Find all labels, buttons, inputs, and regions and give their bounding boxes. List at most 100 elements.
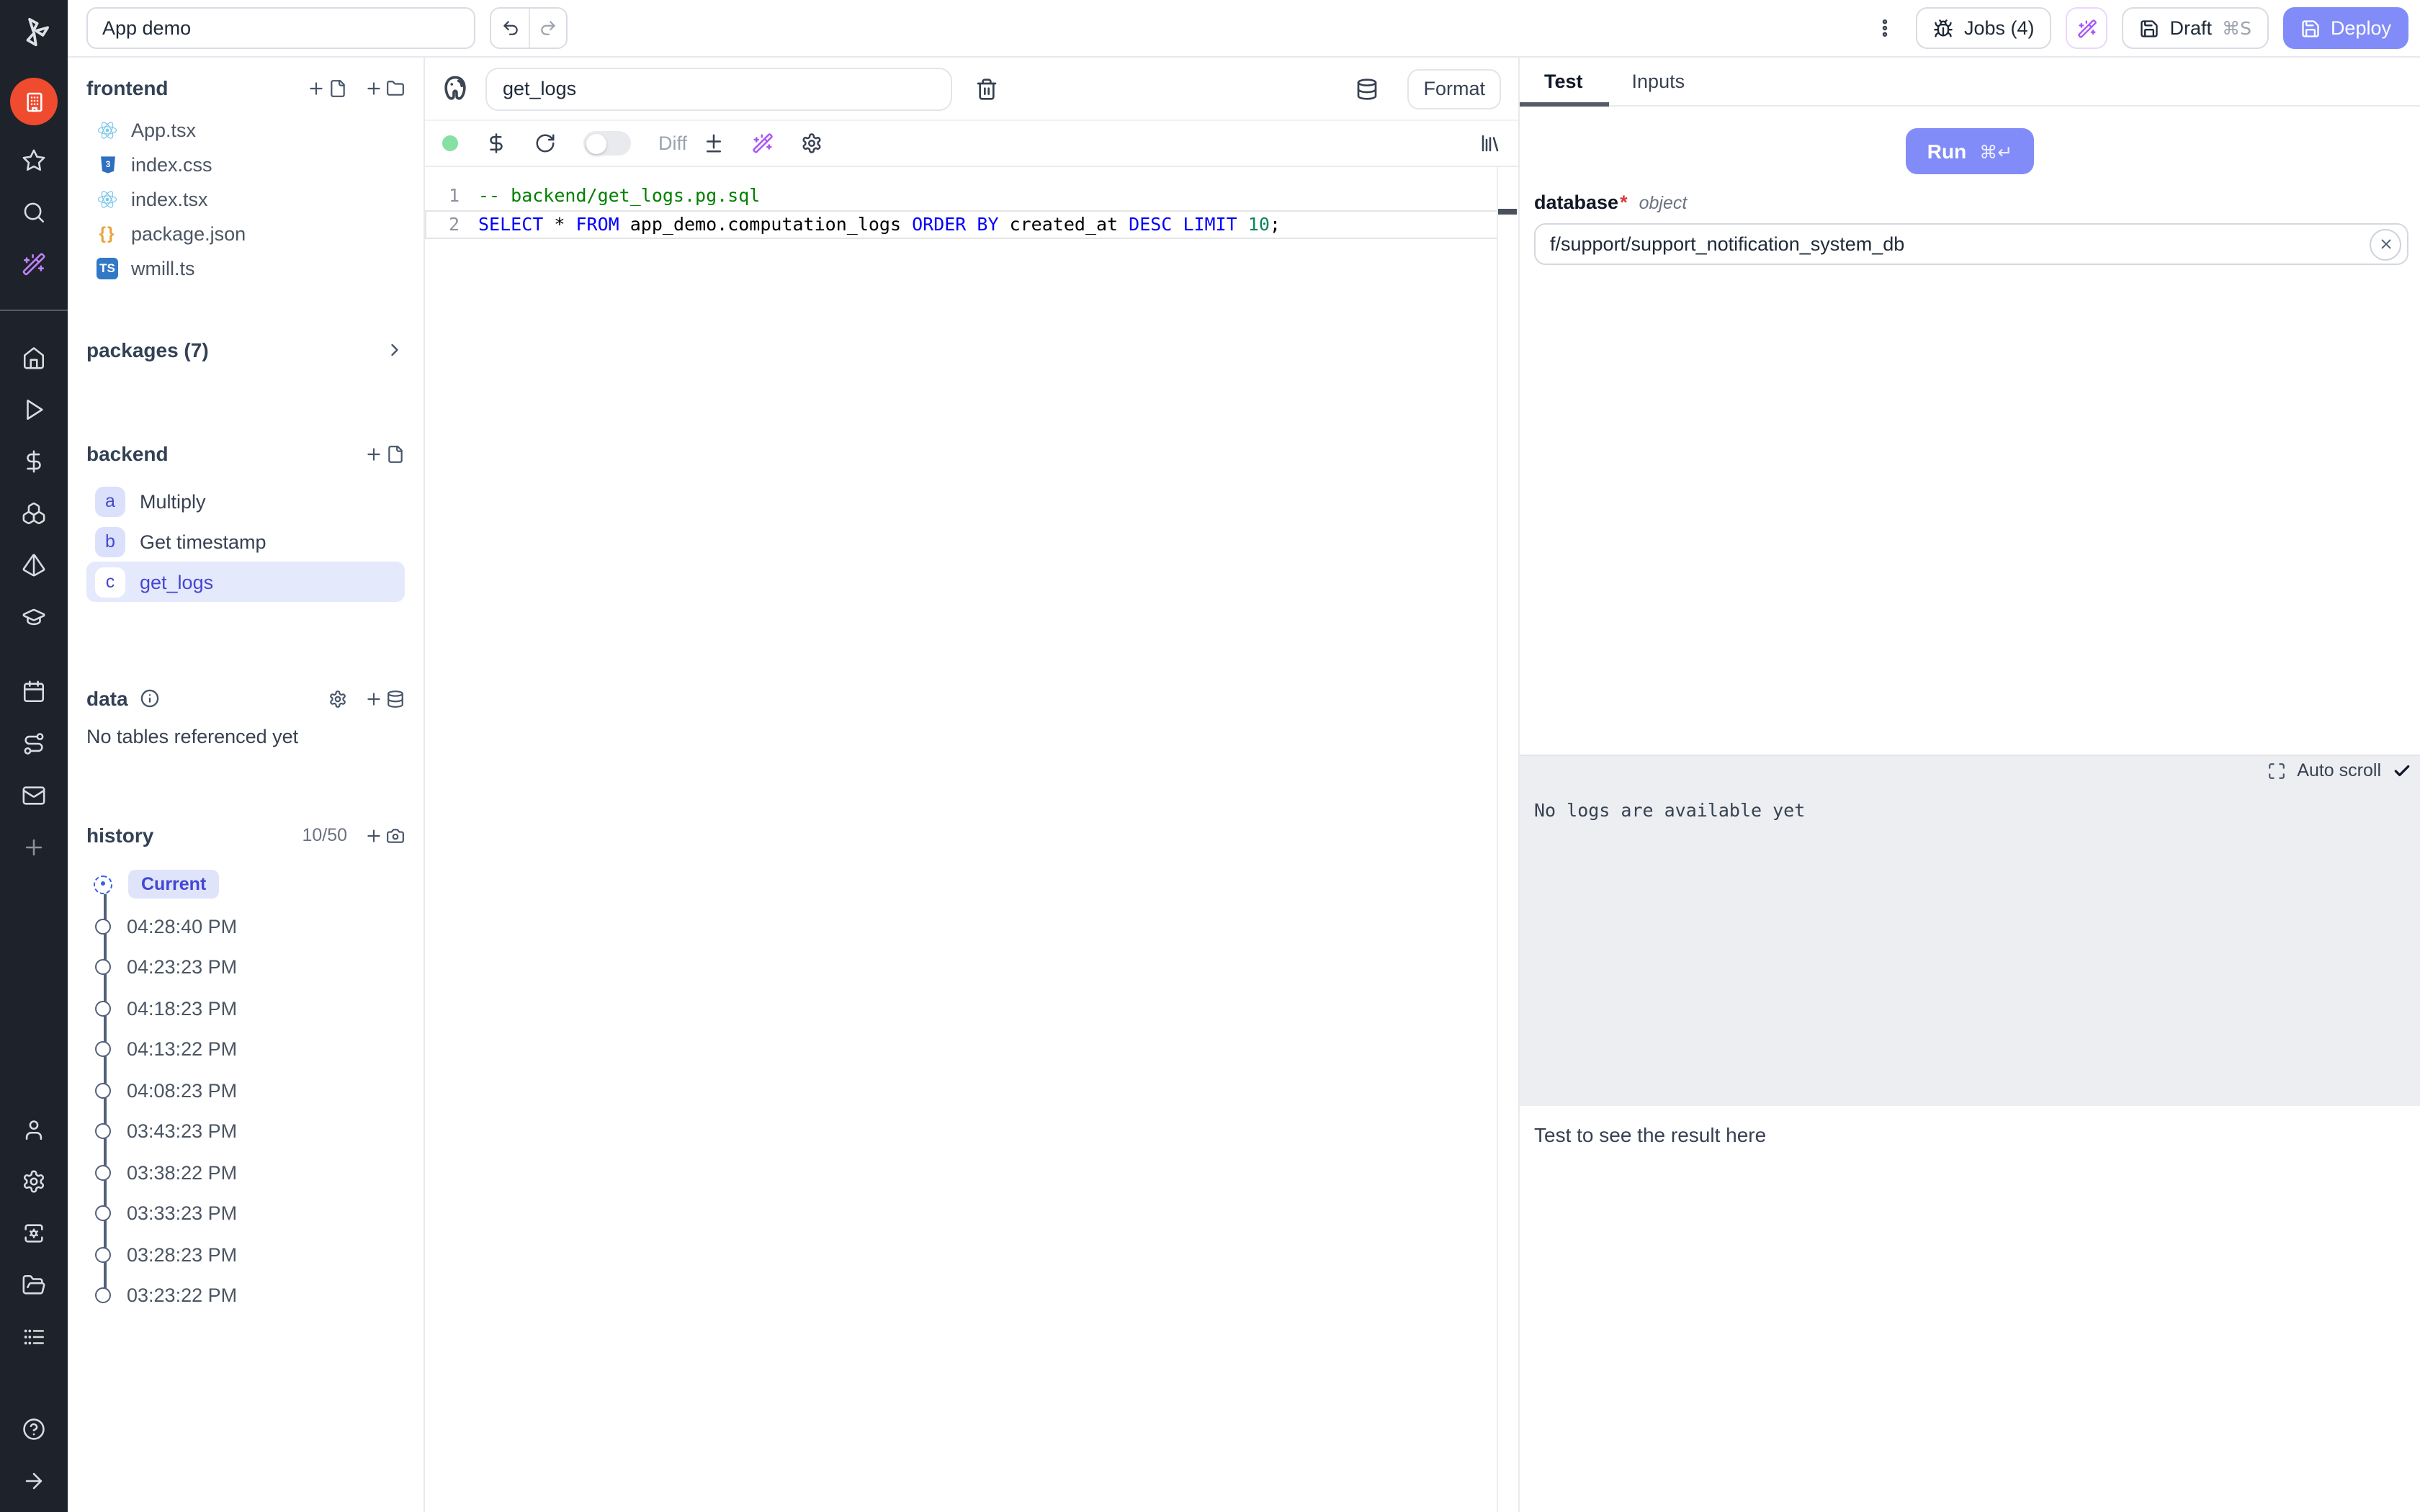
magic-wand-icon: [752, 132, 774, 154]
favorites-button[interactable]: [0, 134, 68, 186]
script-name-input[interactable]: [485, 67, 952, 110]
refresh-icon: [534, 132, 556, 154]
nav-schedules-button[interactable]: [0, 539, 68, 590]
undo-button[interactable]: [491, 9, 529, 48]
history-entry[interactable]: 03:38:22 PM: [86, 1152, 405, 1193]
editor-header-row: Format: [425, 58, 1518, 121]
draft-button[interactable]: Draft ⌘S: [2123, 7, 2269, 49]
schema-explorer-button[interactable]: [1355, 77, 1379, 100]
app-name-input[interactable]: [86, 7, 475, 49]
rail-add-button[interactable]: [0, 821, 68, 873]
section-history: history 10/50 Current 04:28:40 PM: [86, 819, 405, 1316]
file-row[interactable]: index.tsx: [86, 181, 405, 216]
help-button[interactable]: [0, 1403, 68, 1454]
nav-audit-logs-button[interactable]: [0, 1310, 68, 1362]
code-line-2[interactable]: 2SELECT * FROM app_demo.computation_logs…: [425, 210, 1518, 239]
history-dot-icon: [95, 1206, 111, 1222]
deploy-button[interactable]: Deploy: [2283, 7, 2408, 49]
collapse-rail-button[interactable]: [0, 1454, 68, 1506]
file-name: package.json: [131, 222, 246, 244]
redo-button[interactable]: [529, 9, 566, 48]
minimap[interactable]: [1497, 167, 1518, 1512]
database-resource-input[interactable]: [1534, 223, 2408, 265]
history-entry[interactable]: 03:28:23 PM: [86, 1234, 405, 1275]
file-row[interactable]: TS wmill.ts: [86, 251, 405, 285]
run-button[interactable]: Run ⌘↵: [1906, 128, 2034, 174]
history-current-row[interactable]: Current: [86, 863, 405, 906]
workspace-switcher-button[interactable]: [10, 78, 58, 125]
windmill-logo[interactable]: [18, 0, 50, 63]
add-database-button[interactable]: [364, 689, 405, 708]
component-key-badge: a: [95, 486, 125, 516]
postgresql-icon: [439, 73, 471, 104]
editor-ai-button[interactable]: [752, 132, 774, 154]
nav-user-button[interactable]: [0, 1103, 68, 1155]
format-button[interactable]: Format: [1407, 68, 1501, 109]
packages-expand-button[interactable]: [385, 340, 405, 360]
variables-tool-button[interactable]: [485, 132, 507, 154]
backend-script-row[interactable]: c get_logs: [86, 562, 405, 602]
file-row[interactable]: 3 index.css: [86, 147, 405, 181]
nav-folders-button[interactable]: [0, 1259, 68, 1310]
nav-variables-button[interactable]: [0, 435, 68, 487]
code-line-1[interactable]: 1-- backend/get_logs.pg.sql: [425, 181, 1518, 210]
jobs-button[interactable]: Jobs (4): [1917, 7, 2052, 49]
diff-toggle[interactable]: [583, 131, 631, 156]
search-button[interactable]: [0, 186, 68, 238]
history-entry[interactable]: 04:18:23 PM: [86, 988, 405, 1029]
topbar-ai-button[interactable]: [2066, 7, 2108, 49]
expand-icon[interactable]: [2267, 761, 2285, 780]
history-dot-icon: [95, 1083, 111, 1099]
data-settings-button[interactable]: [328, 689, 347, 708]
nav-tutorials-button[interactable]: [0, 590, 68, 642]
boxes-icon: [22, 500, 46, 525]
section-packages: packages (7): [86, 334, 405, 366]
delete-script-button[interactable]: [975, 77, 998, 100]
logs-section: Auto scroll No logs are available yet: [1520, 755, 2420, 1106]
library-button[interactable]: [1479, 132, 1501, 154]
folder-icon: [386, 78, 405, 97]
nav-calendar-button[interactable]: [0, 665, 68, 717]
diff-label: Diff: [658, 132, 687, 154]
clear-database-button[interactable]: [2370, 228, 2401, 260]
tab-inputs[interactable]: Inputs: [1626, 71, 1691, 105]
code-editor[interactable]: 1-- backend/get_logs.pg.sql2SELECT * FRO…: [425, 167, 1518, 1512]
plus-icon: [307, 78, 326, 97]
nav-flows-button[interactable]: [0, 717, 68, 769]
history-entry[interactable]: 03:33:23 PM: [86, 1193, 405, 1234]
nav-workers-button[interactable]: [0, 1207, 68, 1259]
tab-test[interactable]: Test: [1538, 71, 1589, 105]
data-title: data: [86, 687, 128, 710]
nav-resources-button[interactable]: [0, 487, 68, 539]
reload-tool-button[interactable]: [534, 132, 556, 154]
nav-home-button[interactable]: [0, 331, 68, 383]
test-panel-body: Run ⌘↵ database * object: [1520, 107, 2420, 1512]
ai-assistant-button[interactable]: [0, 238, 68, 289]
backend-script-row[interactable]: a Multiply: [86, 481, 405, 521]
history-entry[interactable]: 04:28:40 PM: [86, 906, 405, 947]
history-entry[interactable]: 04:08:23 PM: [86, 1070, 405, 1111]
file-row[interactable]: {} package.json: [86, 216, 405, 251]
history-entry[interactable]: 04:23:23 PM: [86, 947, 405, 988]
more-menu-button[interactable]: [1868, 9, 1902, 48]
file-row[interactable]: App.tsx: [86, 112, 405, 147]
nav-runs-button[interactable]: [0, 383, 68, 435]
run-shortcut: ⌘↵: [1979, 140, 2012, 162]
autoscroll-checkbox[interactable]: [2393, 761, 2411, 780]
editor-settings-button[interactable]: [801, 132, 823, 154]
history-entry[interactable]: 04:13:22 PM: [86, 1029, 405, 1070]
diff-tool-button[interactable]: [703, 132, 725, 154]
backend-script-list: a Multiply b Get timestamp c get_logs: [86, 481, 405, 602]
history-entry[interactable]: 03:23:22 PM: [86, 1275, 405, 1316]
magic-wand-icon: [22, 251, 46, 276]
save-icon: [2300, 18, 2321, 38]
add-script-button[interactable]: [364, 444, 405, 463]
add-folder-button[interactable]: [364, 78, 405, 97]
backend-script-row[interactable]: b Get timestamp: [86, 521, 405, 562]
history-entry[interactable]: 03:43:23 PM: [86, 1111, 405, 1152]
add-snapshot-button[interactable]: [364, 826, 405, 845]
nav-settings-button[interactable]: [0, 1155, 68, 1207]
add-file-button[interactable]: [307, 78, 347, 97]
nav-mail-button[interactable]: [0, 769, 68, 821]
history-timestamp: 04:28:40 PM: [127, 916, 237, 937]
